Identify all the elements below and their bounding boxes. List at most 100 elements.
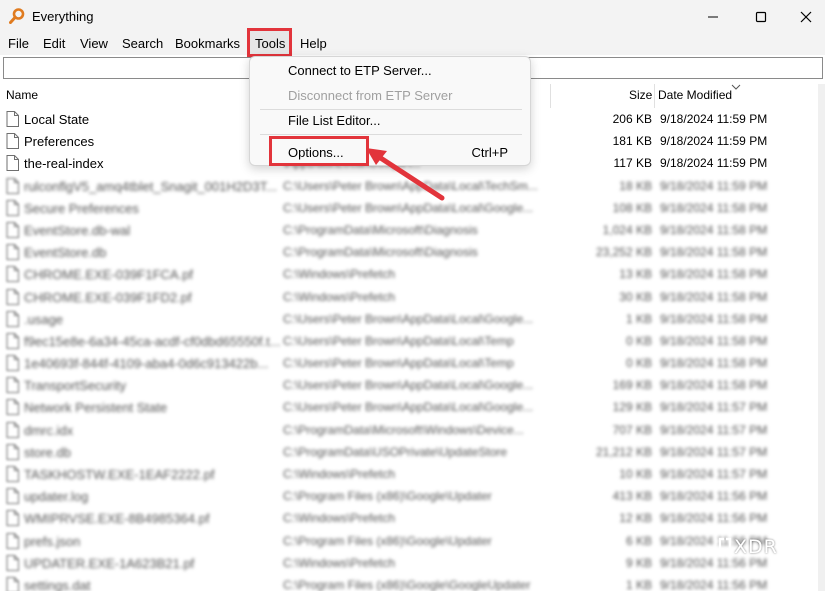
file-name: .usage — [24, 311, 64, 327]
file-name: EventStore.db — [24, 245, 107, 261]
file-size: 1 KB — [625, 577, 652, 591]
table-row[interactable]: .usage C:\Users\Peter Brown\AppData\Local… — [0, 308, 818, 330]
menu-item-file-list-editor[interactable]: File List Editor... — [288, 113, 380, 128]
file-icon — [6, 466, 19, 482]
file-name: CHROME.EXE-039F1FD2.pf — [24, 289, 192, 305]
table-row[interactable]: EventStore.db C:\ProgramData\Microsoft\Di… — [0, 241, 818, 263]
vertical-scrollbar[interactable] — [818, 84, 825, 591]
table-row[interactable]: TASKHOSTW.EXE-1EAF2222.pf C:\Windows\Pref… — [0, 463, 818, 485]
file-name: EventStore.db-wal — [24, 222, 131, 238]
file-icon — [6, 266, 19, 283]
table-row[interactable]: WMIPRVSE.EXE-8B4985364.pf C:\Windows\Pref… — [0, 507, 818, 529]
table-row[interactable]: prefs.json C:\Program Files (x86)\Google\… — [0, 530, 818, 552]
file-icon — [6, 111, 19, 127]
file-path: C:\Windows\Prefetch — [283, 267, 396, 282]
table-row[interactable]: 1e40693f-844f-4109-aba4-0d6c913422b... C:… — [0, 352, 818, 374]
file-name: store.db — [24, 444, 71, 460]
file-icon — [6, 199, 19, 216]
file-size: 23,252 KB — [595, 245, 652, 260]
file-size: 9 KB — [625, 555, 652, 570]
file-size: 0 KB — [625, 356, 652, 371]
file-date-modified: 9/18/2024 11:59 PM — [660, 156, 768, 171]
red-arrow-annotation — [366, 148, 445, 201]
column-divider[interactable] — [550, 84, 551, 108]
file-size: 1,024 KB — [602, 222, 652, 237]
file-icon — [6, 554, 19, 571]
file-icon — [6, 355, 19, 372]
menu-bookmarks[interactable]: Bookmarks — [175, 36, 240, 51]
menu-view[interactable]: View — [80, 36, 108, 51]
column-divider[interactable] — [654, 84, 655, 108]
file-icon — [6, 310, 19, 327]
file-date-modified: 9/18/2024 11:59 PM — [660, 112, 768, 126]
file-path: C:\Users\Peter Brown\AppData\Local\Temp — [283, 333, 514, 348]
file-date-modified: 9/18/2024 11:56 PM — [660, 489, 768, 504]
menu-help[interactable]: Help — [300, 36, 327, 51]
file-name: CHROME.EXE-039F1FCA.pf — [24, 267, 194, 283]
table-row[interactable]: f9ec15e8e-6a34-45ca-acdf-cf0dbd65550f.t.… — [0, 330, 818, 352]
menu-tools[interactable]: Tools — [255, 36, 285, 51]
file-path: C:\Windows\Prefetch — [283, 289, 396, 304]
file-path: C:\ProgramData\USOPrivate\UpdateStore — [283, 444, 508, 459]
file-icon — [6, 377, 19, 394]
file-name: Secure Preferences — [24, 200, 139, 216]
file-size: 6 KB — [625, 533, 652, 548]
file-date-modified: 9/18/2024 11:57 PM — [660, 467, 768, 481]
file-icon — [6, 133, 19, 150]
file-date-modified: 9/18/2024 11:57 PM — [660, 422, 768, 437]
file-date-modified: 9/18/2024 11:58 PM — [660, 311, 768, 326]
minimize-button[interactable] — [690, 0, 736, 33]
close-button[interactable] — [783, 0, 825, 33]
file-icon — [6, 443, 19, 460]
options-shortcut: Ctrl+P — [471, 145, 508, 160]
table-row[interactable]: CHROME.EXE-039F1FD2.pf C:\Windows\Prefetc… — [0, 286, 818, 308]
file-name: prefs.json — [24, 533, 81, 549]
file-icon — [6, 288, 19, 305]
table-row[interactable]: UPDATER.EXE-1A623B21.pf C:\Windows\Prefet… — [0, 552, 818, 574]
xdr-logo-icon — [718, 537, 732, 557]
file-icon — [6, 177, 19, 194]
file-icon — [6, 532, 19, 549]
menu-search[interactable]: Search — [122, 36, 163, 51]
table-row[interactable]: TransportSecurity C:\Users\Peter Brown\Ap… — [0, 374, 818, 396]
column-size-header[interactable]: Size — [629, 88, 652, 102]
file-path: C:\Windows\Prefetch — [283, 467, 396, 481]
file-name: f9ec15e8e-6a34-45ca-acdf-cf0dbd65550f.t.… — [24, 333, 281, 349]
file-name: Preferences — [24, 134, 95, 150]
table-row[interactable]: Network Persistent State C:\Users\Peter B… — [0, 396, 818, 418]
file-date-modified: 9/18/2024 11:58 PM — [660, 267, 768, 282]
column-name-header[interactable]: Name — [6, 88, 38, 102]
file-path: C:\Windows\Prefetch — [283, 511, 396, 526]
menu-edit[interactable]: Edit — [43, 36, 65, 51]
file-path: C:\Windows\Prefetch — [283, 555, 396, 570]
file-icon — [6, 244, 19, 261]
menu-item-connect-etp[interactable]: Connect to ETP Server... — [288, 63, 432, 78]
file-path: C:\Users\Peter Brown\AppData\Local\Temp — [283, 356, 514, 371]
maximize-button[interactable] — [738, 0, 784, 33]
file-path: C:\Users\Peter Brown\AppData\Local\Googl… — [283, 378, 534, 393]
file-path: C:\Program Files (x86)\Google\Updater — [283, 489, 492, 504]
watermark-text: XDR — [734, 536, 778, 558]
file-size: 13 KB — [619, 267, 652, 282]
file-size: 21,212 KB — [595, 444, 652, 459]
file-date-modified: 9/18/2024 11:58 PM — [660, 289, 768, 304]
table-row[interactable]: store.db C:\ProgramData\USOPrivate\Update… — [0, 441, 818, 463]
column-date-header[interactable]: Date Modified — [658, 88, 732, 102]
title-bar: Everything — [0, 0, 825, 33]
window-title: Everything — [32, 9, 94, 24]
table-row[interactable]: updater.log C:\Program Files (x86)\Google… — [0, 485, 818, 507]
file-date-modified: 9/18/2024 11:59 PM — [660, 134, 768, 149]
table-row[interactable]: settings.dat C:\Program Files (x86)\Googl… — [0, 574, 818, 591]
file-date-modified: 9/18/2024 11:58 PM — [660, 333, 768, 348]
table-row[interactable]: EventStore.db-wal C:\ProgramData\Microsof… — [0, 219, 818, 241]
file-name: dmrc.idx — [24, 422, 74, 438]
file-date-modified: 9/18/2024 11:58 PM — [660, 378, 768, 393]
file-name: Local State — [24, 112, 90, 127]
file-size: 1 KB — [625, 311, 652, 326]
file-name: 1e40693f-844f-4109-aba4-0d6c913422b... — [24, 356, 269, 372]
maximize-icon — [755, 11, 767, 22]
menu-file[interactable]: File — [8, 36, 29, 51]
table-row[interactable]: dmrc.idx C:\ProgramData\Microsoft\Windows… — [0, 419, 818, 441]
table-row[interactable]: CHROME.EXE-039F1FCA.pf C:\Windows\Prefetc… — [0, 263, 818, 285]
minimize-icon — [708, 16, 718, 17]
